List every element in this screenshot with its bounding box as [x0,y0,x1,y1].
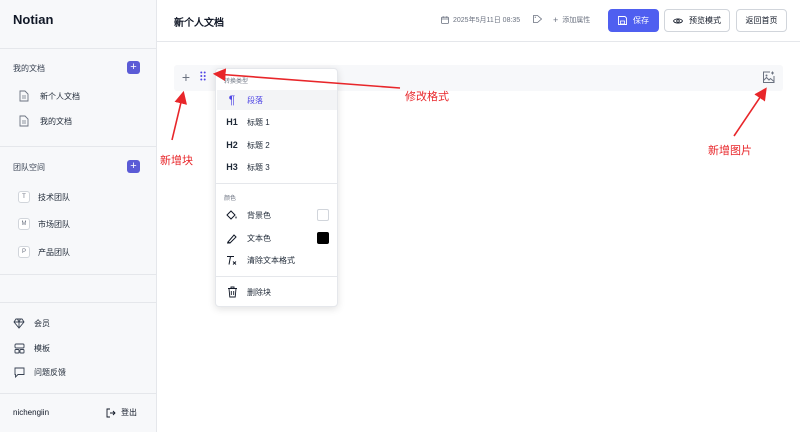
menu-item-clear-format[interactable]: 清除文本格式 [217,250,337,270]
logout-button[interactable]: 登出 [106,407,137,418]
team-badge: T [18,191,30,203]
save-button[interactable]: 保存 [608,9,659,32]
heading-1-icon: H1 [226,117,238,127]
add-image-icon[interactable] [761,70,776,85]
chat-icon [13,366,25,378]
sidebar-divider [0,302,156,303]
block-menu: 转换类型 ¶ 段落 H1 标题 1 H2 标题 2 H3 标题 3 颜色 背景色… [215,68,338,307]
drag-handle-icon[interactable] [198,70,208,84]
sidebar-divider [0,48,156,49]
menu-item-label: 标题 1 [247,117,270,127]
sidebar-team-item[interactable]: M 市场团队 [18,214,70,234]
add-property-button[interactable]: + 添加属性 [553,15,590,25]
preview-button[interactable]: 预览模式 [664,9,730,32]
team-space-title: 团队空间 [13,163,45,172]
menu-item-delete[interactable]: 删除块 [217,282,337,302]
add-doc-button[interactable]: + [127,61,140,74]
sidebar-divider [0,393,156,394]
team-badge: P [18,246,30,258]
add-image-arrow [733,87,767,137]
sidebar-doc-label: 我的文档 [40,116,72,126]
sidebar-team-item[interactable]: P 产品团队 [18,242,70,262]
annotation-add-image: 新增图片 [708,145,752,157]
templates-label: 模板 [34,343,50,353]
logout-icon [106,408,116,418]
sidebar-team-label: 产品团队 [38,247,70,257]
menu-item-label: 删除块 [247,287,271,297]
menu-item-label: 标题 2 [247,140,270,150]
feedback-label: 问题反馈 [34,367,66,377]
heading-3-icon: H3 [226,162,238,172]
team-badge: M [18,218,30,230]
diamond-icon [13,317,25,329]
add-property-label: 添加属性 [562,17,591,24]
page-title[interactable]: 新个人文档 [174,14,224,29]
menu-item-label: 清除文本格式 [247,255,295,265]
sidebar: Notian 我的文档 + 新个人文档 我的文档 团队空间 + T 技术团队 M… [0,0,157,432]
trash-icon [225,286,239,298]
logout-label: 登出 [121,408,137,417]
menu-item-label: 文本色 [247,233,271,243]
document-icon [18,89,30,103]
sidebar-divider [0,146,156,147]
save-label: 保存 [633,16,649,25]
text-color-swatch[interactable] [317,232,329,244]
calendar-icon [441,16,449,24]
sidebar-team-item[interactable]: T 技术团队 [18,187,70,207]
sidebar-team-label: 技术团队 [38,192,70,202]
menu-item-paragraph[interactable]: ¶ 段落 [217,90,337,110]
membership-label: 会员 [34,318,50,328]
annotation-modify-format: 修改格式 [405,91,449,103]
bg-color-swatch[interactable] [317,209,329,221]
template-icon [13,342,25,354]
menu-item-bg-color[interactable]: 背景色 [217,205,337,225]
add-block-button[interactable]: + [179,70,193,84]
tag-button[interactable] [533,15,546,23]
my-docs-title: 我的文档 [13,64,45,73]
save-icon [618,16,627,25]
sidebar-doc-item[interactable]: 我的文档 [18,111,72,131]
sidebar-team-label: 市场团队 [38,219,70,229]
menu-item-label: 背景色 [247,210,271,220]
home-label: 返回首页 [745,16,778,25]
text-color-icon [225,233,239,244]
templates-item[interactable]: 模板 [13,342,50,354]
timestamp: 2025年5月11日 08:35 [441,15,520,25]
feedback-item[interactable]: 问题反馈 [13,366,66,378]
home-button[interactable]: 返回首页 [736,9,787,32]
menu-item-label: 标题 3 [247,162,270,172]
sidebar-divider [0,274,156,275]
sidebar-doc-item[interactable]: 新个人文档 [18,86,80,106]
convert-type-title: 转换类型 [224,79,249,85]
document-icon [18,114,30,128]
menu-item-heading-1[interactable]: H1 标题 1 [217,112,337,132]
menu-item-text-color[interactable]: 文本色 [217,228,337,248]
timestamp-text: 2025年5月11日 08:35 [453,17,521,24]
menu-divider [216,183,337,184]
menu-item-label: 段落 [247,95,263,105]
username: nichengiin [13,408,50,417]
annotation-add-block: 新增块 [160,155,193,167]
menu-divider [216,276,337,277]
preview-label: 预览模式 [689,16,721,25]
sidebar-doc-label: 新个人文档 [40,91,80,101]
tag-icon [533,15,542,23]
menu-item-heading-3[interactable]: H3 标题 3 [217,157,337,177]
paint-bucket-icon [225,209,239,221]
paragraph-icon: ¶ [228,93,236,107]
eye-icon [673,17,683,25]
top-bar: 新个人文档 2025年5月11日 08:35 + 添加属性 保存 预览模式 返回… [157,0,800,42]
add-block-arrow [171,90,187,141]
menu-item-heading-2[interactable]: H2 标题 2 [217,135,337,155]
membership-item[interactable]: 会员 [13,317,50,329]
clear-format-icon [225,255,239,266]
add-team-button[interactable]: + [127,160,140,173]
app-brand[interactable]: Notian [13,12,53,27]
color-title: 颜色 [224,196,237,202]
plus-icon: + [553,15,559,25]
heading-2-icon: H2 [226,140,238,150]
